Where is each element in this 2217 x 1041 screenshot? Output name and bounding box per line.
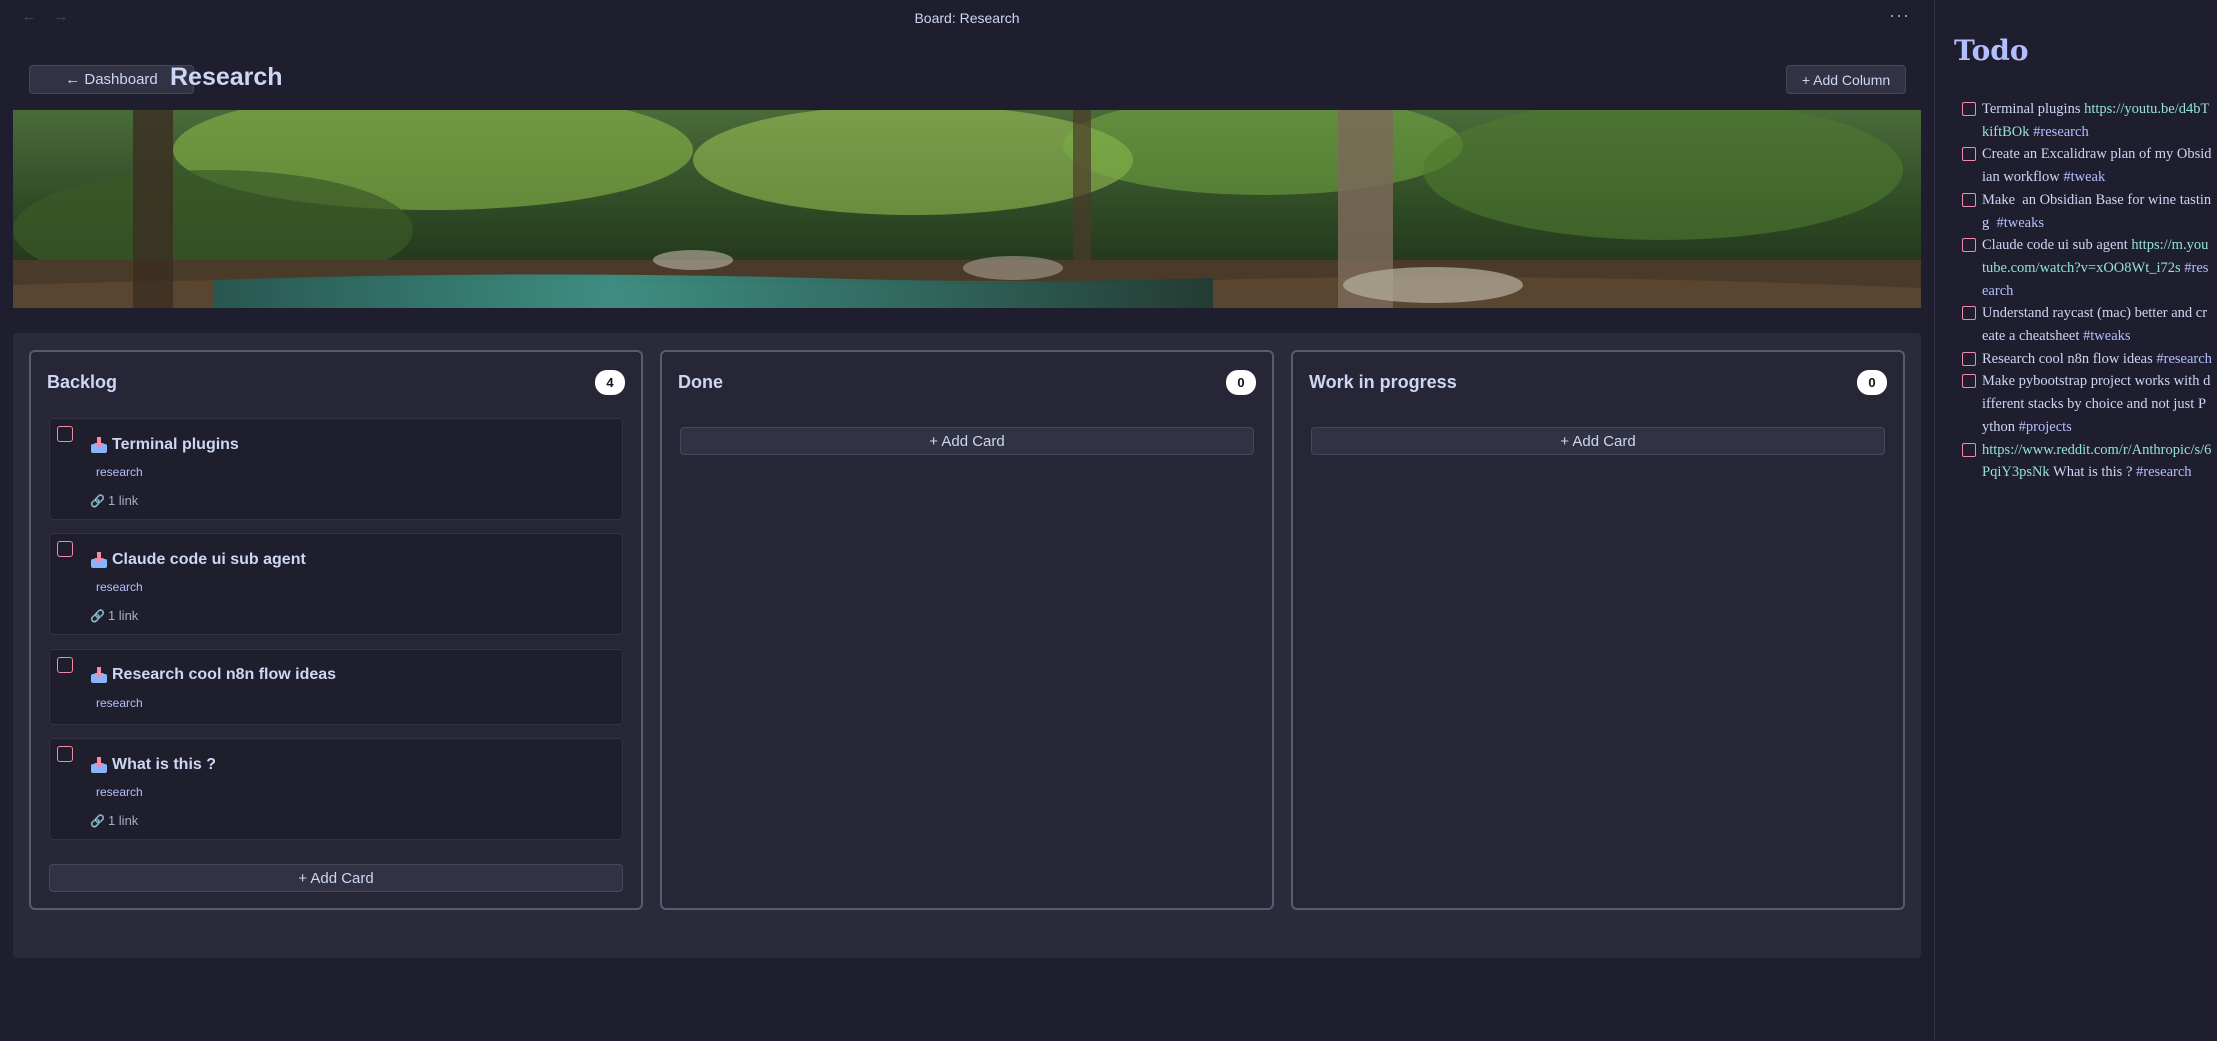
- card-checkbox[interactable]: [57, 541, 73, 557]
- link-icon: 🔗: [90, 493, 105, 508]
- todo-text: Terminal plugins: [1982, 101, 2085, 117]
- add-card-button[interactable]: + Add Card: [1311, 427, 1885, 455]
- card-count-badge: 0: [1226, 370, 1256, 395]
- card-links-label: 1 link: [107, 493, 139, 508]
- window-title: Board: Research: [914, 10, 1020, 26]
- card-checkbox[interactable]: [57, 746, 73, 762]
- todo-text: Make pybootstrap project works with diff…: [1982, 373, 2211, 435]
- column-done: Done 0 + Add Card: [660, 350, 1274, 910]
- card-tag[interactable]: research: [96, 465, 143, 479]
- more-options-icon[interactable]: ···: [1889, 6, 1910, 24]
- todo-list: Terminal plugins https://youtu.be/d4bTki…: [1962, 98, 2212, 484]
- inbox-tray-icon: [90, 667, 108, 683]
- card-links[interactable]: 🔗 1 link: [90, 493, 138, 508]
- card-title: Claude code ui sub agent: [112, 551, 306, 568]
- column-title[interactable]: Done: [678, 372, 723, 393]
- card[interactable]: Terminal plugins research 🔗 1 link: [49, 418, 623, 520]
- card-tag[interactable]: research: [96, 696, 143, 710]
- card-checkbox[interactable]: [57, 657, 73, 673]
- card-title-row: Claude code ui sub agent: [90, 551, 306, 569]
- todo-checkbox[interactable]: [1962, 442, 1976, 457]
- todo-sidebar: Todo Terminal plugins https://youtu.be/d…: [1935, 0, 2217, 1041]
- card[interactable]: What is this ? research 🔗 1 link: [49, 738, 623, 840]
- card-links[interactable]: 🔗 1 link: [90, 813, 138, 828]
- card-checkbox[interactable]: [57, 426, 73, 442]
- card-links-label: 1 link: [107, 813, 139, 828]
- todo-item: https://www.reddit.com/r/Anthropic/s/6Pq…: [1962, 439, 2212, 484]
- column-work-in-progress: Work in progress 0 + Add Card: [1291, 350, 1905, 910]
- link-icon: 🔗: [90, 813, 105, 828]
- card-title: What is this ?: [112, 756, 216, 773]
- card-links-label: 1 link: [107, 608, 139, 623]
- card-count-badge: 4: [595, 370, 625, 395]
- card-title: Research cool n8n flow ideas: [112, 666, 337, 683]
- todo-item: Make pybootstrap project works with diff…: [1962, 370, 2212, 438]
- todo-checkbox[interactable]: [1962, 351, 1976, 366]
- todo-checkbox[interactable]: [1962, 306, 1976, 321]
- todo-checkbox[interactable]: [1962, 238, 1976, 253]
- banner-image: [13, 110, 1921, 308]
- add-card-button[interactable]: + Add Card: [680, 427, 1254, 455]
- todo-tag[interactable]: #research: [2136, 464, 2192, 480]
- card-title-row: What is this ?: [90, 756, 216, 774]
- card-tag[interactable]: research: [96, 580, 143, 594]
- todo-text: Claude code ui sub agent: [1982, 237, 2132, 254]
- todo-item: Understand raycast (mac) better and crea…: [1962, 302, 2212, 347]
- todo-text: Research cool n8n flow ideas: [1982, 350, 2157, 367]
- todo-tag[interactable]: #tweaks: [2083, 328, 2131, 344]
- todo-item: Terminal plugins https://youtu.be/d4bTki…: [1962, 98, 2212, 143]
- card-title-row: Terminal plugins: [90, 436, 239, 454]
- todo-tag[interactable]: #research: [2033, 124, 2089, 140]
- todo-item: Make an Obsidian Base for wine tasting #…: [1962, 189, 2212, 234]
- todo-checkbox[interactable]: [1962, 147, 1976, 162]
- page-title: Research: [170, 63, 283, 91]
- card-title-row: Research cool n8n flow ideas: [90, 666, 336, 684]
- card[interactable]: Research cool n8n flow ideas research: [49, 649, 623, 725]
- link-icon: 🔗: [90, 608, 105, 623]
- column-backlog: Backlog 4 Terminal plugins research 🔗 1 …: [29, 350, 643, 910]
- inbox-tray-icon: [90, 757, 108, 773]
- card-title: Terminal plugins: [112, 436, 239, 453]
- todo-tag[interactable]: #tweak: [2063, 169, 2105, 185]
- add-card-button[interactable]: + Add Card: [49, 864, 623, 892]
- todo-tag[interactable]: #projects: [2019, 419, 2072, 435]
- card-links[interactable]: 🔗 1 link: [90, 608, 138, 623]
- board-pane: ← → Board: Research ··· ← Dashboard Rese…: [0, 0, 1934, 1041]
- title-bar: ← → Board: Research ···: [0, 0, 1934, 36]
- todo-item: Create an Excalidraw plan of my Obsidian…: [1962, 143, 2212, 188]
- sidebar-title: Todo: [1954, 34, 2029, 67]
- column-title[interactable]: Work in progress: [1309, 372, 1457, 393]
- inbox-tray-icon: [90, 552, 108, 568]
- inbox-tray-icon: [90, 437, 108, 453]
- todo-tag[interactable]: #tweaks: [1997, 215, 2045, 231]
- card[interactable]: Claude code ui sub agent research 🔗 1 li…: [49, 533, 623, 635]
- card-tag[interactable]: research: [96, 785, 143, 799]
- todo-checkbox[interactable]: [1962, 374, 1976, 389]
- todo-checkbox[interactable]: [1962, 102, 1976, 116]
- todo-text: What is this ?: [2049, 464, 2137, 481]
- add-column-button[interactable]: + Add Column: [1786, 65, 1906, 94]
- todo-tag[interactable]: #research: [2156, 351, 2212, 367]
- todo-checkbox[interactable]: [1962, 192, 1976, 207]
- column-title[interactable]: Backlog: [47, 372, 117, 393]
- todo-item: Claude code ui sub agent https://m.youtu…: [1962, 234, 2212, 302]
- card-count-badge: 0: [1857, 370, 1887, 395]
- todo-item: Research cool n8n flow ideas #research: [1962, 348, 2212, 371]
